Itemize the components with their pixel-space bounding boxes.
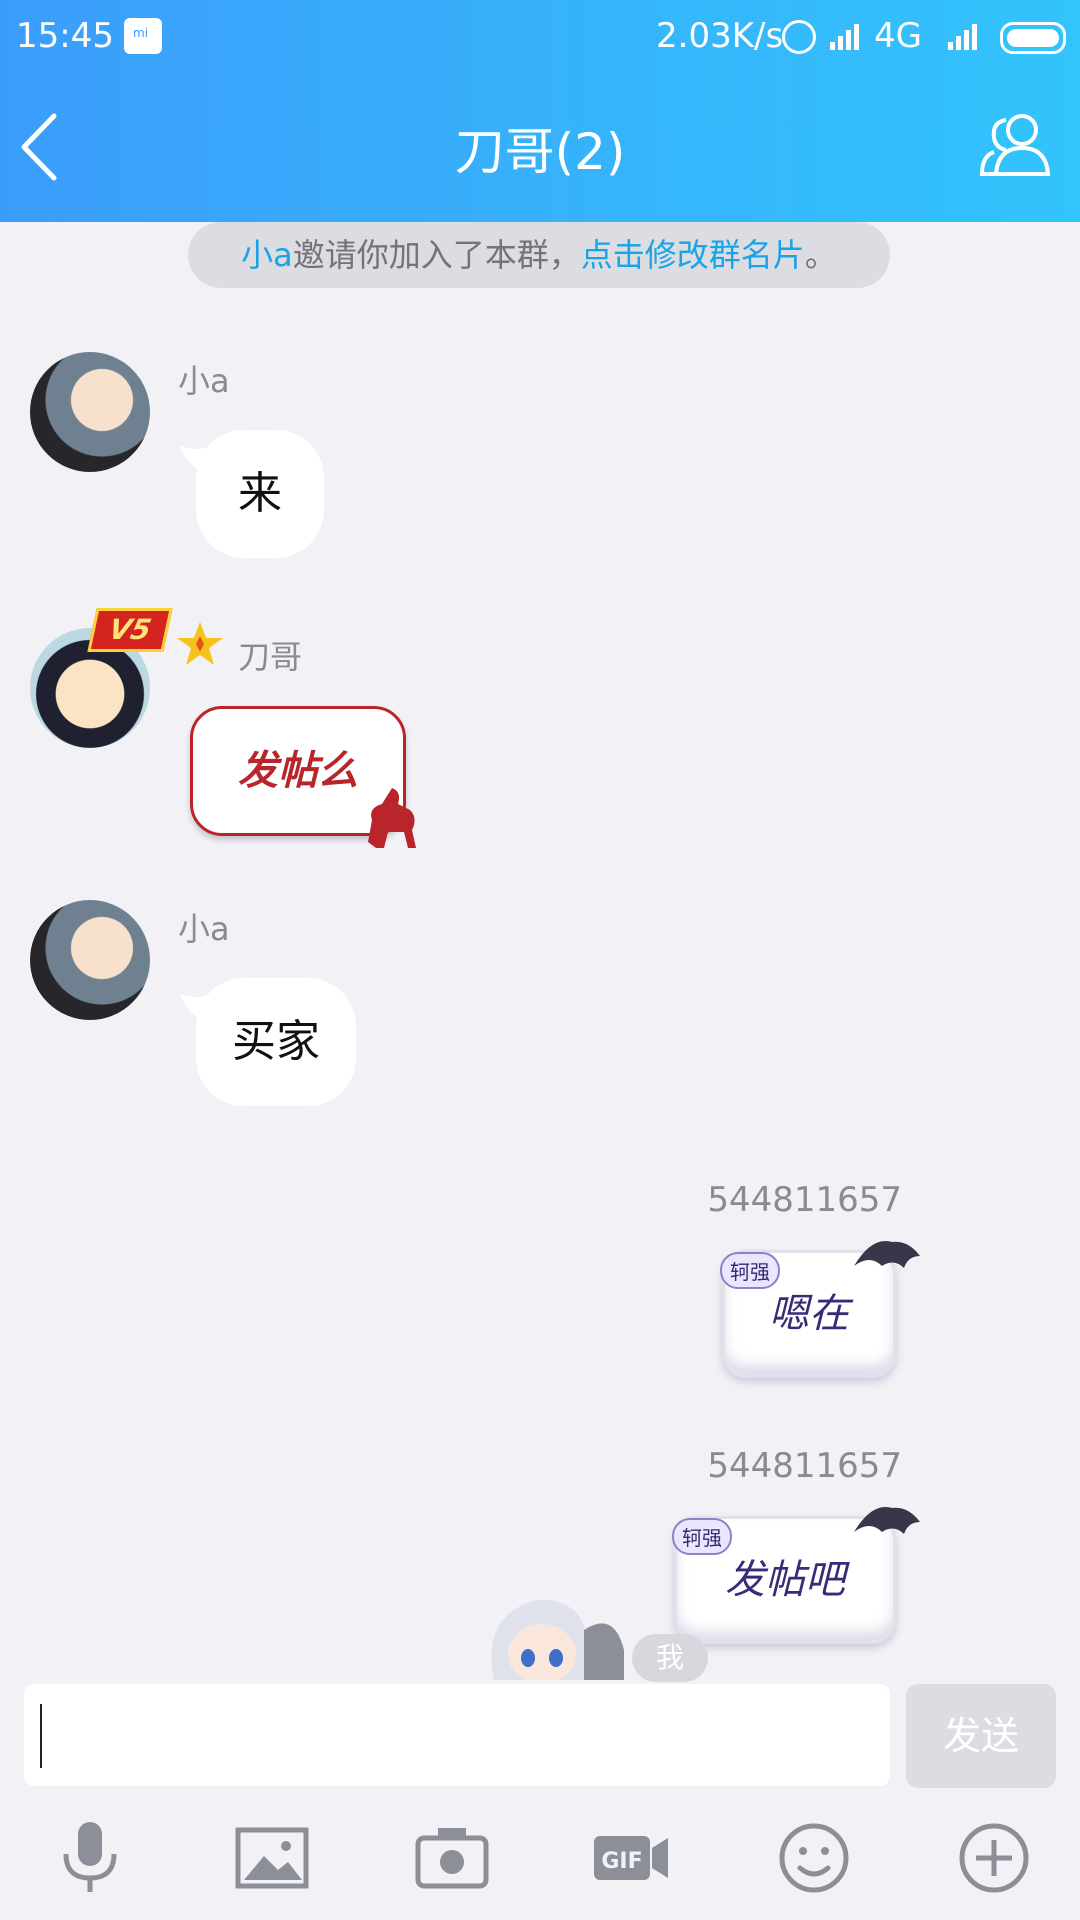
hd-signal-icon — [830, 20, 870, 50]
status-time: 15:45 — [16, 16, 114, 56]
bat-wing-icon — [854, 1241, 920, 1268]
gif-icon[interactable]: GIF — [592, 1818, 672, 1898]
network-speed: 2.03K/s — [656, 16, 784, 56]
message-text: 嗯在 — [769, 1291, 849, 1337]
message-text: 来 — [238, 468, 282, 519]
message-text: 买家 — [232, 1016, 320, 1067]
status-bar: 15:45 2.03K/s 4G — [0, 0, 1080, 74]
bubble-tail — [180, 994, 210, 1024]
sender-name: 刀哥 — [238, 638, 303, 676]
avatar[interactable] — [30, 900, 150, 1020]
message-bubble[interactable]: 来 — [180, 430, 324, 558]
notice-tail: 。 — [804, 236, 837, 274]
image-icon[interactable] — [232, 1818, 312, 1898]
message-input[interactable] — [24, 1684, 890, 1786]
bubble-tag: 轲强 — [720, 1252, 780, 1289]
mi-store-icon — [124, 18, 162, 54]
sender-name: 544811657 — [707, 1180, 902, 1220]
battery-icon — [1000, 22, 1066, 54]
edit-card-link[interactable]: 点击修改群名片 — [581, 236, 805, 274]
emoji-icon[interactable] — [774, 1818, 854, 1898]
sender-name: 544811657 — [707, 1446, 902, 1486]
message-bubble[interactable]: 买家 — [180, 978, 356, 1106]
sender-name: 小a — [178, 362, 230, 400]
notice-text: 邀请你加入了本群， — [292, 236, 581, 274]
alarm-icon — [782, 20, 816, 54]
bubble-tail — [180, 446, 210, 476]
group-join-notice: 小a邀请你加入了本群，点击修改群名片。 — [188, 222, 890, 288]
group-members-icon[interactable] — [978, 108, 1052, 182]
sender-name: 小a — [178, 910, 230, 948]
self-avatar-pendant[interactable] — [484, 1590, 634, 1680]
self-tag: 我 — [632, 1634, 708, 1682]
star-icon — [177, 622, 223, 665]
signal-icon — [948, 20, 988, 50]
vip-badge: V5 — [87, 608, 173, 652]
text-cursor — [40, 1704, 42, 1768]
inviter-name[interactable]: 小a — [241, 236, 293, 274]
camera-icon[interactable] — [412, 1818, 492, 1898]
send-button[interactable]: 发送 — [906, 1684, 1056, 1788]
message-text: 发帖吧 — [725, 1557, 845, 1603]
network-type: 4G — [874, 16, 922, 56]
bubble-tag: 轲强 — [672, 1518, 732, 1555]
top-header: 15:45 2.03K/s 4G 刀哥(2) — [0, 0, 1080, 222]
message-text: 发帖么 — [238, 747, 358, 794]
avatar[interactable] — [30, 352, 150, 472]
svg-text:GIF: GIF — [601, 1849, 642, 1874]
plus-icon[interactable] — [954, 1818, 1034, 1898]
bat-wing-icon — [854, 1507, 920, 1534]
chat-title: 刀哥(2) — [454, 123, 626, 181]
horse-sticker-icon — [368, 788, 416, 848]
mic-icon[interactable] — [50, 1818, 130, 1898]
